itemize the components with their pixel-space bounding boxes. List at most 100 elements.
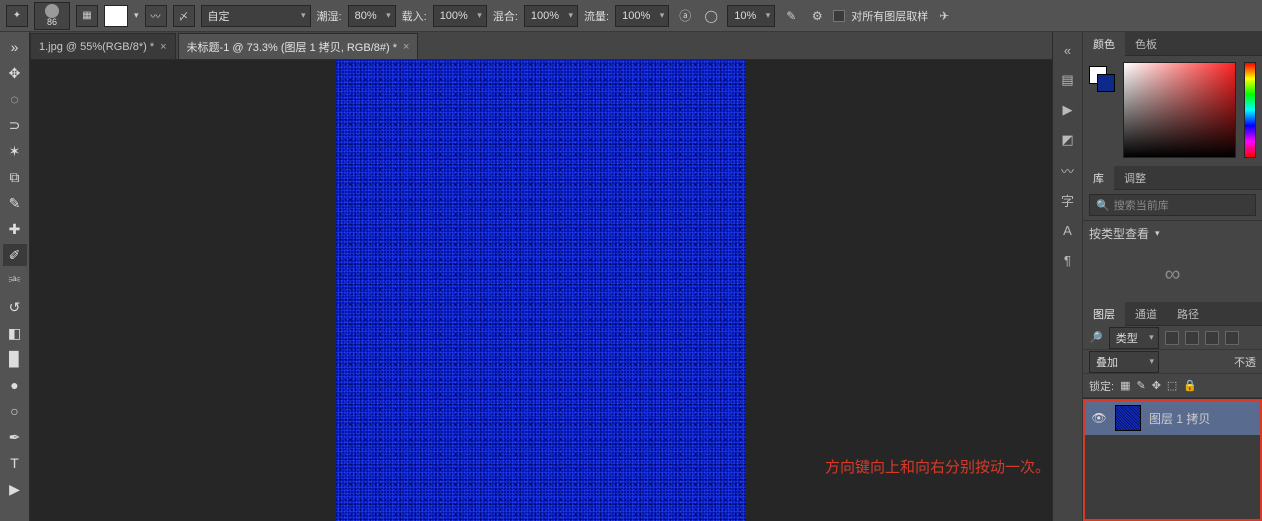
- dodge-tool[interactable]: ○: [3, 400, 27, 422]
- filter-pixel-icon[interactable]: [1165, 331, 1179, 345]
- search-icon: 🔍: [1096, 199, 1110, 212]
- marquee-tool[interactable]: ◌: [3, 88, 27, 110]
- tool-preset-icon[interactable]: ✦: [6, 5, 28, 27]
- toolbox: » ✥ ◌ ⊃ ✶ ⧉ ✎ ✚ ✐ ⎃ ↺ ◧ ▉ ● ○ ✒ T ▶: [0, 32, 30, 521]
- airbrush-value[interactable]: 10%: [727, 5, 775, 27]
- tab-adjustments[interactable]: 调整: [1114, 166, 1156, 190]
- play-icon[interactable]: ▶: [1057, 100, 1079, 120]
- close-icon[interactable]: ×: [403, 41, 409, 53]
- lock-position-icon[interactable]: ✥: [1152, 379, 1161, 392]
- lock-transparent-icon[interactable]: ▦: [1120, 379, 1130, 392]
- eye-icon[interactable]: 👁: [1091, 410, 1107, 426]
- opt-value-0[interactable]: 80%: [348, 5, 396, 27]
- crop-tool[interactable]: ⧉: [3, 166, 27, 188]
- paragraph-icon[interactable]: ¶: [1057, 250, 1079, 270]
- lasso-tool[interactable]: ⊃: [3, 114, 27, 136]
- stamp-tool[interactable]: ⎃: [3, 270, 27, 292]
- blend-mode-dropdown[interactable]: 叠加: [1089, 351, 1159, 373]
- canvas-area[interactable]: 方向键向上和向右分别按动一次。: [30, 60, 1052, 521]
- lock-artboard-icon[interactable]: ⬚: [1167, 379, 1177, 392]
- tab-paths[interactable]: 路径: [1167, 302, 1209, 326]
- collapse-icon[interactable]: «: [1057, 40, 1079, 60]
- fg-bg-swatch[interactable]: [1089, 66, 1115, 92]
- healing-tool[interactable]: ✚: [3, 218, 27, 240]
- pen-tool[interactable]: ✒: [3, 426, 27, 448]
- layer-row[interactable]: 👁 图层 1 拷贝: [1085, 401, 1260, 435]
- sample-all-label: 对所有图层取样: [851, 8, 928, 24]
- cc-empty: ∞: [1083, 246, 1262, 302]
- history-brush-tool[interactable]: ↺: [3, 296, 27, 318]
- gear-icon[interactable]: ⚙: [807, 6, 827, 26]
- layer-list: 👁 图层 1 拷贝: [1083, 399, 1262, 521]
- opt-label-0: 潮湿:: [317, 8, 342, 24]
- lock-pixels-icon[interactable]: ✎: [1136, 379, 1145, 392]
- right-panel-group: « ▤ ▶ ◩ 〰 字 A ¶ 颜色 色板: [1052, 32, 1262, 521]
- tab-channels[interactable]: 通道: [1125, 302, 1167, 326]
- tab-libraries[interactable]: 库: [1083, 166, 1114, 190]
- color-panel-tabs: 颜色 色板: [1083, 32, 1262, 56]
- opt-value-1[interactable]: 100%: [433, 5, 487, 27]
- options-bar: ✦ 86 ▦ ▾ 〰 〆 自定 潮湿: 80% 载入: 100% 混合: 100…: [0, 0, 1262, 32]
- opt-label-1: 载入:: [402, 8, 427, 24]
- wet-brush-icon[interactable]: 〰: [145, 5, 167, 27]
- expand-icon[interactable]: »: [3, 36, 27, 58]
- layers-panel-tabs: 图层 通道 路径: [1083, 302, 1262, 326]
- glyph-icon[interactable]: 字: [1057, 190, 1079, 210]
- opt-value-3[interactable]: 100%: [615, 5, 669, 27]
- foreground-swatch[interactable]: [104, 5, 128, 27]
- swatch-dropdown-icon[interactable]: ▾: [134, 10, 139, 21]
- brush-size-label: 86: [47, 17, 57, 27]
- close-icon[interactable]: ×: [160, 41, 166, 53]
- document-tab[interactable]: 1.jpg @ 55%(RGB/8*) * ×: [30, 33, 176, 59]
- libraries-panel: 🔍 搜索当前库: [1083, 190, 1262, 220]
- sample-all-checkbox[interactable]: [833, 10, 845, 22]
- brush-panel-icon[interactable]: ▦: [76, 5, 98, 27]
- filter-type-icon[interactable]: [1205, 331, 1219, 345]
- doc-tab-title: 1.jpg @ 55%(RGB/8*) *: [39, 41, 154, 53]
- blend-row: 叠加 不透: [1083, 350, 1262, 374]
- bg-color[interactable]: [1097, 74, 1115, 92]
- path-select-tool[interactable]: ▶: [3, 478, 27, 500]
- eraser-tool[interactable]: ◧: [3, 322, 27, 344]
- tablet-pressure-icon[interactable]: ✎: [781, 6, 801, 26]
- tab-color[interactable]: 颜色: [1083, 32, 1125, 56]
- brush-tool[interactable]: ✐: [3, 244, 27, 266]
- library-search[interactable]: 🔍 搜索当前库: [1089, 194, 1256, 216]
- layer-thumb[interactable]: [1115, 405, 1141, 431]
- eyedropper-tool[interactable]: ✎: [3, 192, 27, 214]
- brush-preset-picker[interactable]: 86: [34, 2, 70, 30]
- brush-dot-icon: [45, 4, 59, 18]
- kind-dropdown[interactable]: 类型: [1109, 327, 1159, 349]
- tab-swatches[interactable]: 色板: [1125, 32, 1167, 56]
- character-icon[interactable]: A: [1057, 220, 1079, 240]
- document-tab-bar: 1.jpg @ 55%(RGB/8*) * × 未标题-1 @ 73.3% (图…: [30, 32, 1052, 60]
- mode-dropdown[interactable]: 自定: [201, 5, 311, 27]
- document-tab[interactable]: 未标题-1 @ 73.3% (图层 1 拷贝, RGB/8#) * ×: [178, 33, 419, 59]
- color-picker[interactable]: [1123, 62, 1236, 158]
- opt-value-2[interactable]: 100%: [524, 5, 578, 27]
- load-brush-icon[interactable]: 〆: [173, 5, 195, 27]
- hue-slider[interactable]: [1244, 62, 1256, 158]
- filter-shape-icon[interactable]: [1225, 331, 1239, 345]
- gradient-tool[interactable]: ▉: [3, 348, 27, 370]
- panel-rail: « ▤ ▶ ◩ 〰 字 A ¶: [1053, 32, 1083, 521]
- opacity-label: 不透: [1234, 354, 1256, 370]
- brush-preset-icon[interactable]: 〰: [1057, 160, 1079, 180]
- filter-adjust-icon[interactable]: [1185, 331, 1199, 345]
- airbrush-icon[interactable]: ⓐ: [675, 6, 695, 26]
- opt-label-3: 流量:: [584, 8, 609, 24]
- pressure-opacity-icon[interactable]: ✈: [934, 6, 954, 26]
- blur-tool[interactable]: ●: [3, 374, 27, 396]
- move-tool[interactable]: ✥: [3, 62, 27, 84]
- history-icon[interactable]: ▤: [1057, 70, 1079, 90]
- cube-icon[interactable]: ◩: [1057, 130, 1079, 150]
- type-tool[interactable]: T: [3, 452, 27, 474]
- lock-all-icon[interactable]: 🔒: [1183, 379, 1197, 392]
- noise-fill: [336, 60, 746, 521]
- chevron-down-icon: ▾: [1155, 228, 1160, 239]
- magic-wand-tool[interactable]: ✶: [3, 140, 27, 162]
- type-filter-row[interactable]: 按类型查看 ▾: [1083, 220, 1262, 246]
- smoothing-icon[interactable]: ◯: [701, 6, 721, 26]
- tab-layers[interactable]: 图层: [1083, 302, 1125, 326]
- search-placeholder: 搜索当前库: [1114, 197, 1169, 213]
